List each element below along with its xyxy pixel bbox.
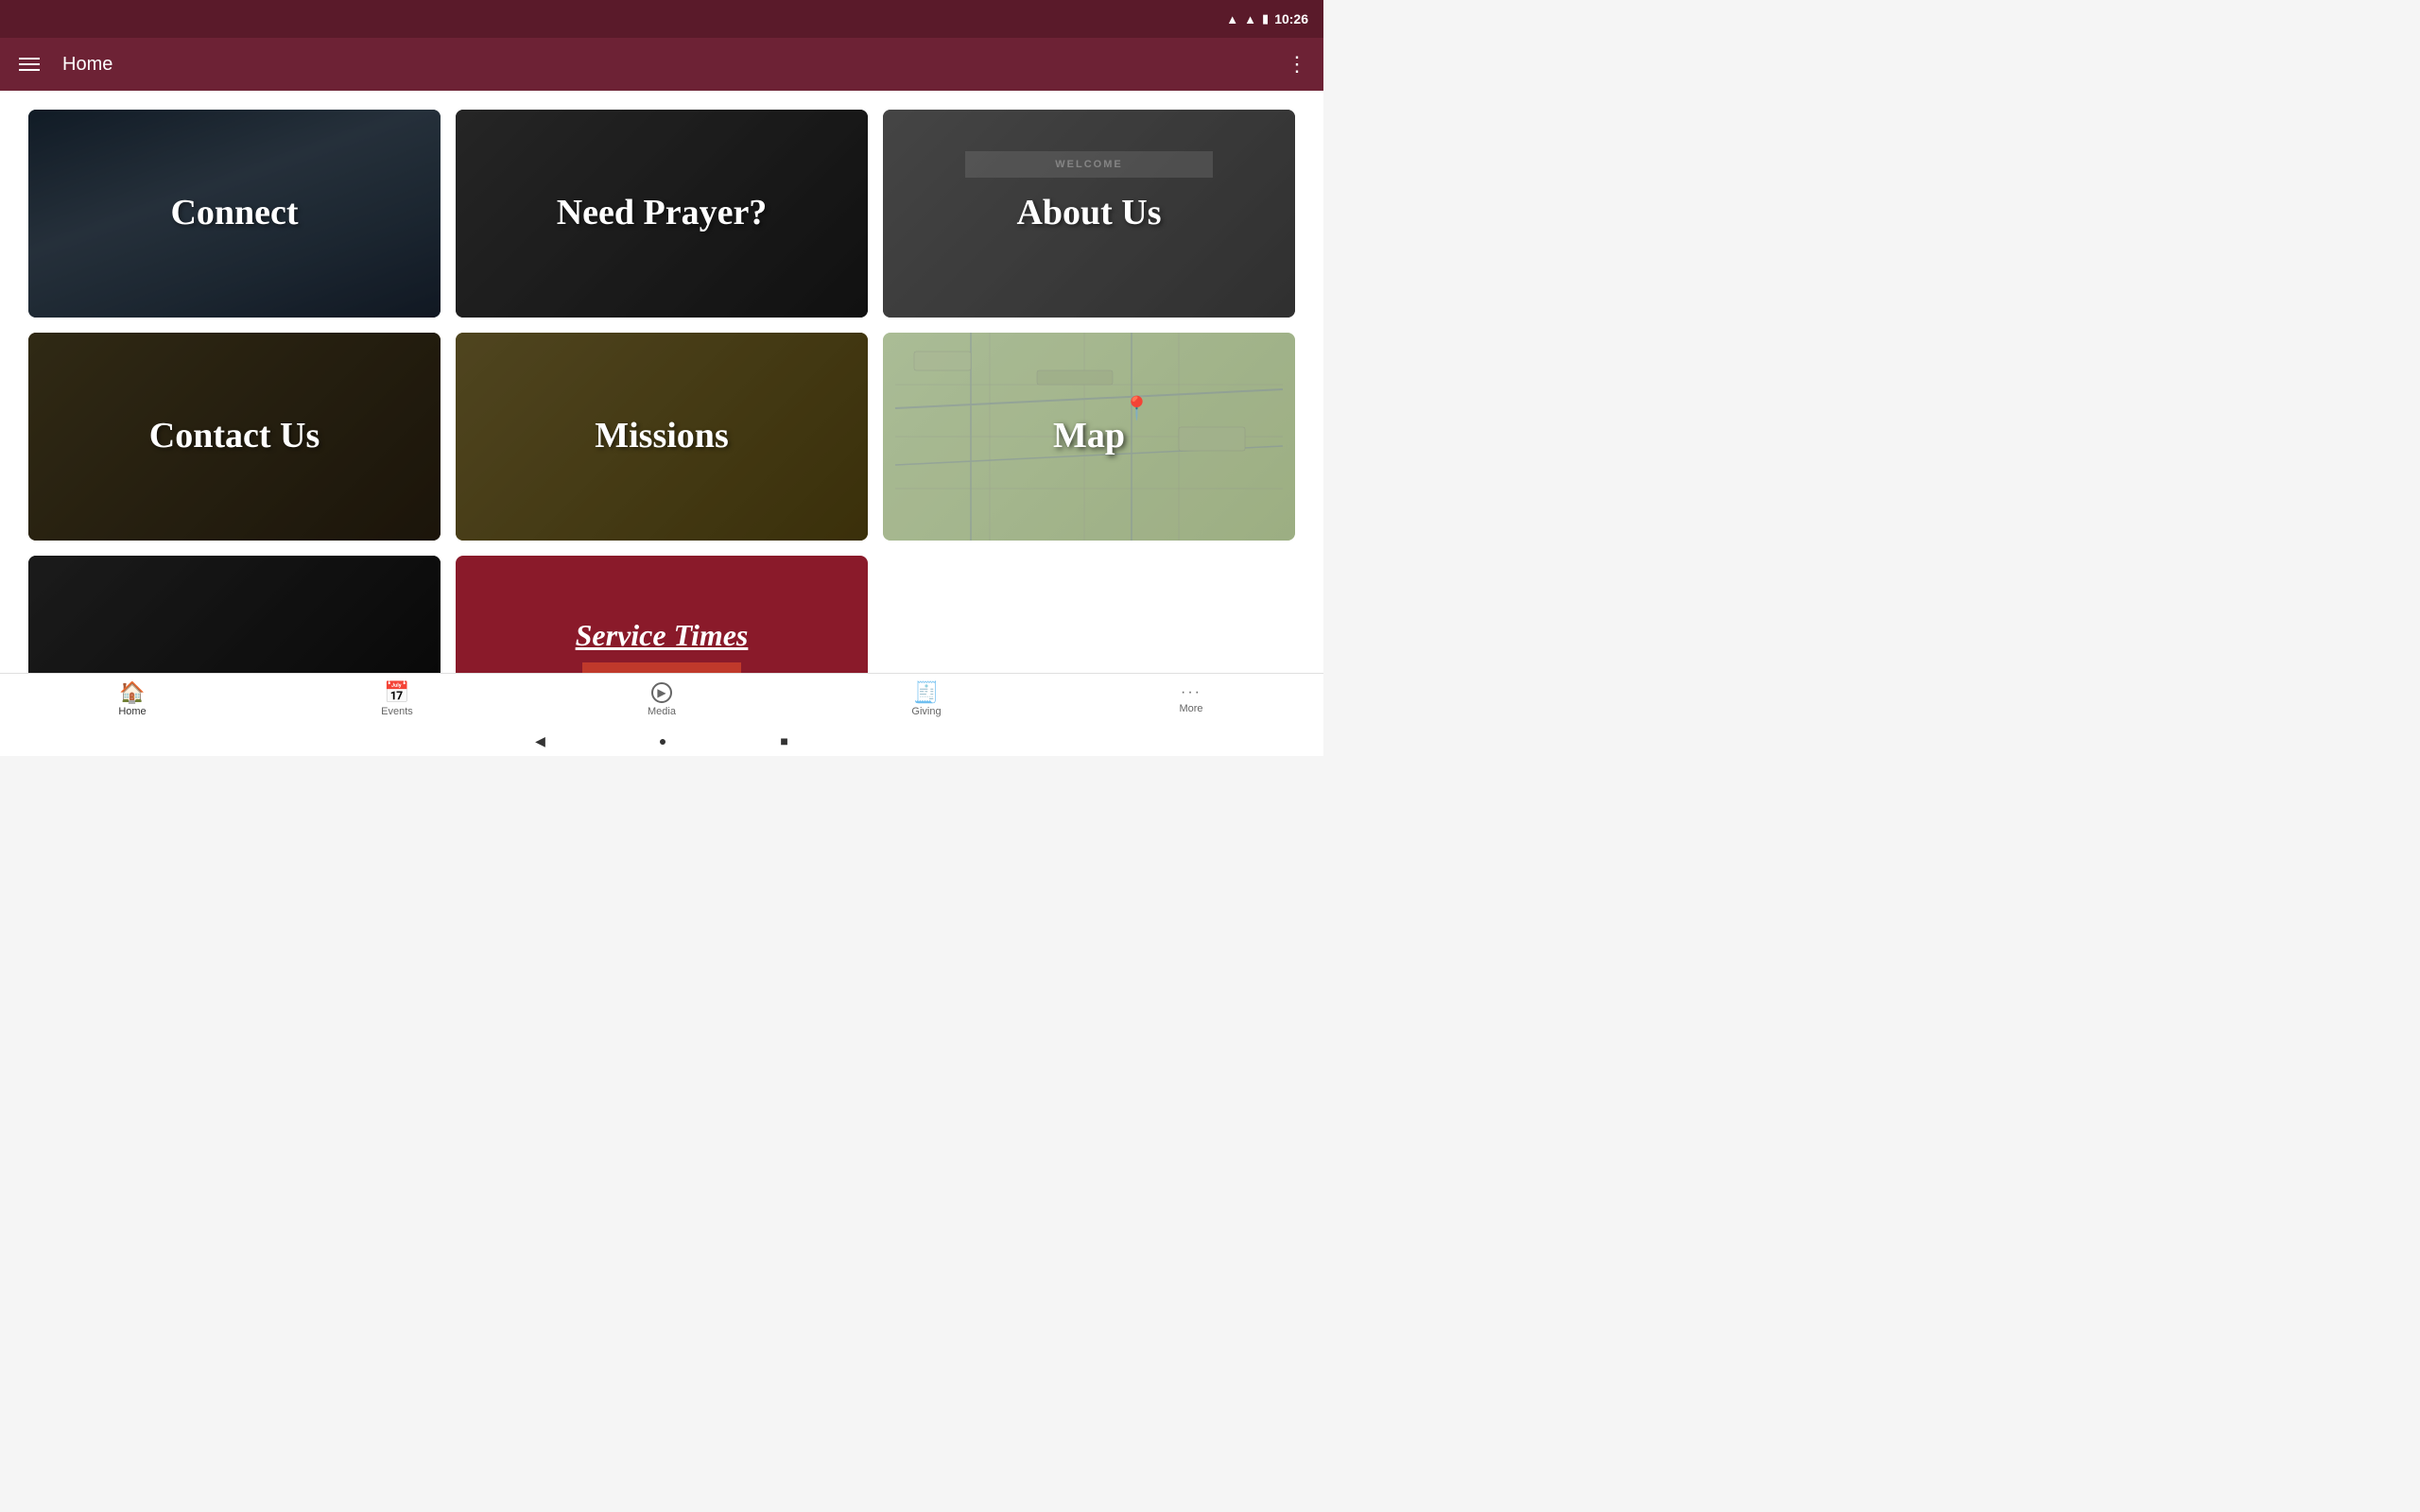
service-times-content: Service Times SUNDAY	[557, 599, 768, 674]
connect-card-label: Connect	[161, 182, 307, 245]
bottom-nav: 🏠 Home 📅 Events ▶ Media 🧾 Giving ··· Mor…	[0, 673, 1323, 726]
events-icon: 📅	[384, 682, 409, 703]
wifi-icon: ▲	[1226, 12, 1238, 26]
nav-item-more[interactable]: ··· More	[1059, 674, 1323, 726]
app-bar-title: Home	[62, 54, 112, 76]
prayer-card[interactable]: Need Prayer?	[456, 110, 868, 318]
prayer-card-label: Need Prayer?	[547, 182, 777, 245]
about-card[interactable]: WELCOME About Us	[883, 110, 1295, 318]
nav-item-events[interactable]: 📅 Events	[265, 674, 529, 726]
status-bar: ▲ ▲ ▮ 10:26	[0, 0, 1323, 38]
app-bar: Home ⋮	[0, 38, 1323, 91]
home-button[interactable]: ●	[659, 733, 666, 748]
nav-label-home: Home	[118, 706, 146, 717]
media-icon: ▶	[651, 682, 672, 703]
bible-card[interactable]	[28, 556, 441, 673]
nav-item-home[interactable]: 🏠 Home	[0, 674, 265, 726]
app-bar-left: Home	[15, 54, 112, 76]
missions-card-label: Missions	[585, 405, 737, 468]
nav-label-giving: Giving	[911, 706, 941, 717]
service-times-day: SUNDAY	[582, 662, 742, 674]
back-button[interactable]: ◀	[535, 733, 545, 749]
connect-card[interactable]: Connect	[28, 110, 441, 318]
nav-label-media: Media	[648, 706, 676, 717]
giving-icon: 🧾	[913, 682, 939, 703]
nav-item-media[interactable]: ▶ Media	[529, 674, 794, 726]
card-row-3: Service Times SUNDAY	[28, 556, 1295, 673]
missions-card[interactable]: Missions	[456, 333, 868, 541]
status-time: 10:26	[1274, 11, 1308, 26]
contact-card[interactable]: Contact Us	[28, 333, 441, 541]
home-icon: 🏠	[119, 682, 145, 703]
hamburger-menu-button[interactable]	[15, 54, 43, 75]
battery-icon: ▮	[1262, 11, 1269, 26]
map-card-label: Map	[1044, 405, 1134, 468]
card-row-2: Contact Us Missions	[28, 333, 1295, 541]
about-card-label: About Us	[1007, 182, 1170, 245]
main-content: Connect Need Prayer? WELCOME About Us Co…	[0, 91, 1323, 673]
recent-button[interactable]: ■	[780, 733, 787, 748]
map-card[interactable]: 📍 Map	[883, 333, 1295, 541]
nav-label-events: Events	[381, 706, 413, 717]
nav-label-more: More	[1179, 703, 1202, 714]
card-row-1: Connect Need Prayer? WELCOME About Us	[28, 110, 1295, 318]
nav-item-giving[interactable]: 🧾 Giving	[794, 674, 1059, 726]
more-icon: ···	[1181, 685, 1201, 700]
service-times-card[interactable]: Service Times SUNDAY	[456, 556, 868, 673]
contact-card-label: Contact Us	[140, 405, 329, 468]
bible-card-overlay	[28, 556, 441, 673]
system-nav-bar: ◀ ● ■	[0, 726, 1323, 756]
map-pin-icon: 📍	[1123, 395, 1151, 422]
signal-icon: ▲	[1244, 12, 1256, 26]
more-vert-button[interactable]: ⋮	[1287, 52, 1308, 77]
service-times-title: Service Times	[576, 618, 749, 653]
status-icons: ▲ ▲ ▮ 10:26	[1226, 11, 1308, 26]
